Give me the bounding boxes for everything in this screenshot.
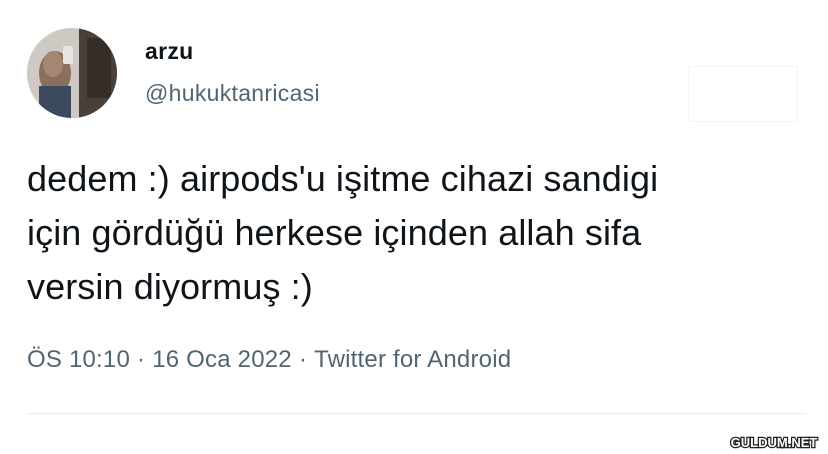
tweet-text-line: için gördüğü herkese içinden allah sifa (27, 212, 642, 253)
watermark-text: GULDUM.NET (731, 435, 818, 450)
tweet-card: arzu @hukuktanricasi dedem :) airpods'u … (0, 0, 828, 454)
tweet-source[interactable]: Twitter for Android (314, 346, 511, 373)
author-name[interactable]: arzu (145, 38, 194, 65)
faded-follow-button (688, 66, 798, 122)
divider (27, 413, 806, 414)
avatar[interactable] (27, 28, 117, 118)
site-watermark: GULDUM.NET (724, 432, 824, 452)
author-handle[interactable]: @hukuktanricasi (145, 80, 320, 107)
avatar-photo-icon (27, 28, 117, 118)
watermark-logo-icon: GULDUM.NET (729, 434, 818, 452)
tweet-date[interactable]: 16 Oca 2022 (152, 346, 292, 373)
meta-separator: · (137, 346, 146, 373)
tweet-text: dedem :) airpods'u işitme cihazi sandigi… (27, 152, 817, 314)
tweet-text-line: versin diyormuş :) (27, 266, 313, 307)
tweet-text-line: dedem :) airpods'u işitme cihazi sandigi (27, 158, 659, 199)
tweet-metadata: ÖS 10:10 · 16 Oca 2022 · Twitter for Android (27, 346, 511, 374)
tweet-time[interactable]: ÖS 10:10 (27, 346, 130, 373)
meta-separator: · (298, 346, 308, 373)
